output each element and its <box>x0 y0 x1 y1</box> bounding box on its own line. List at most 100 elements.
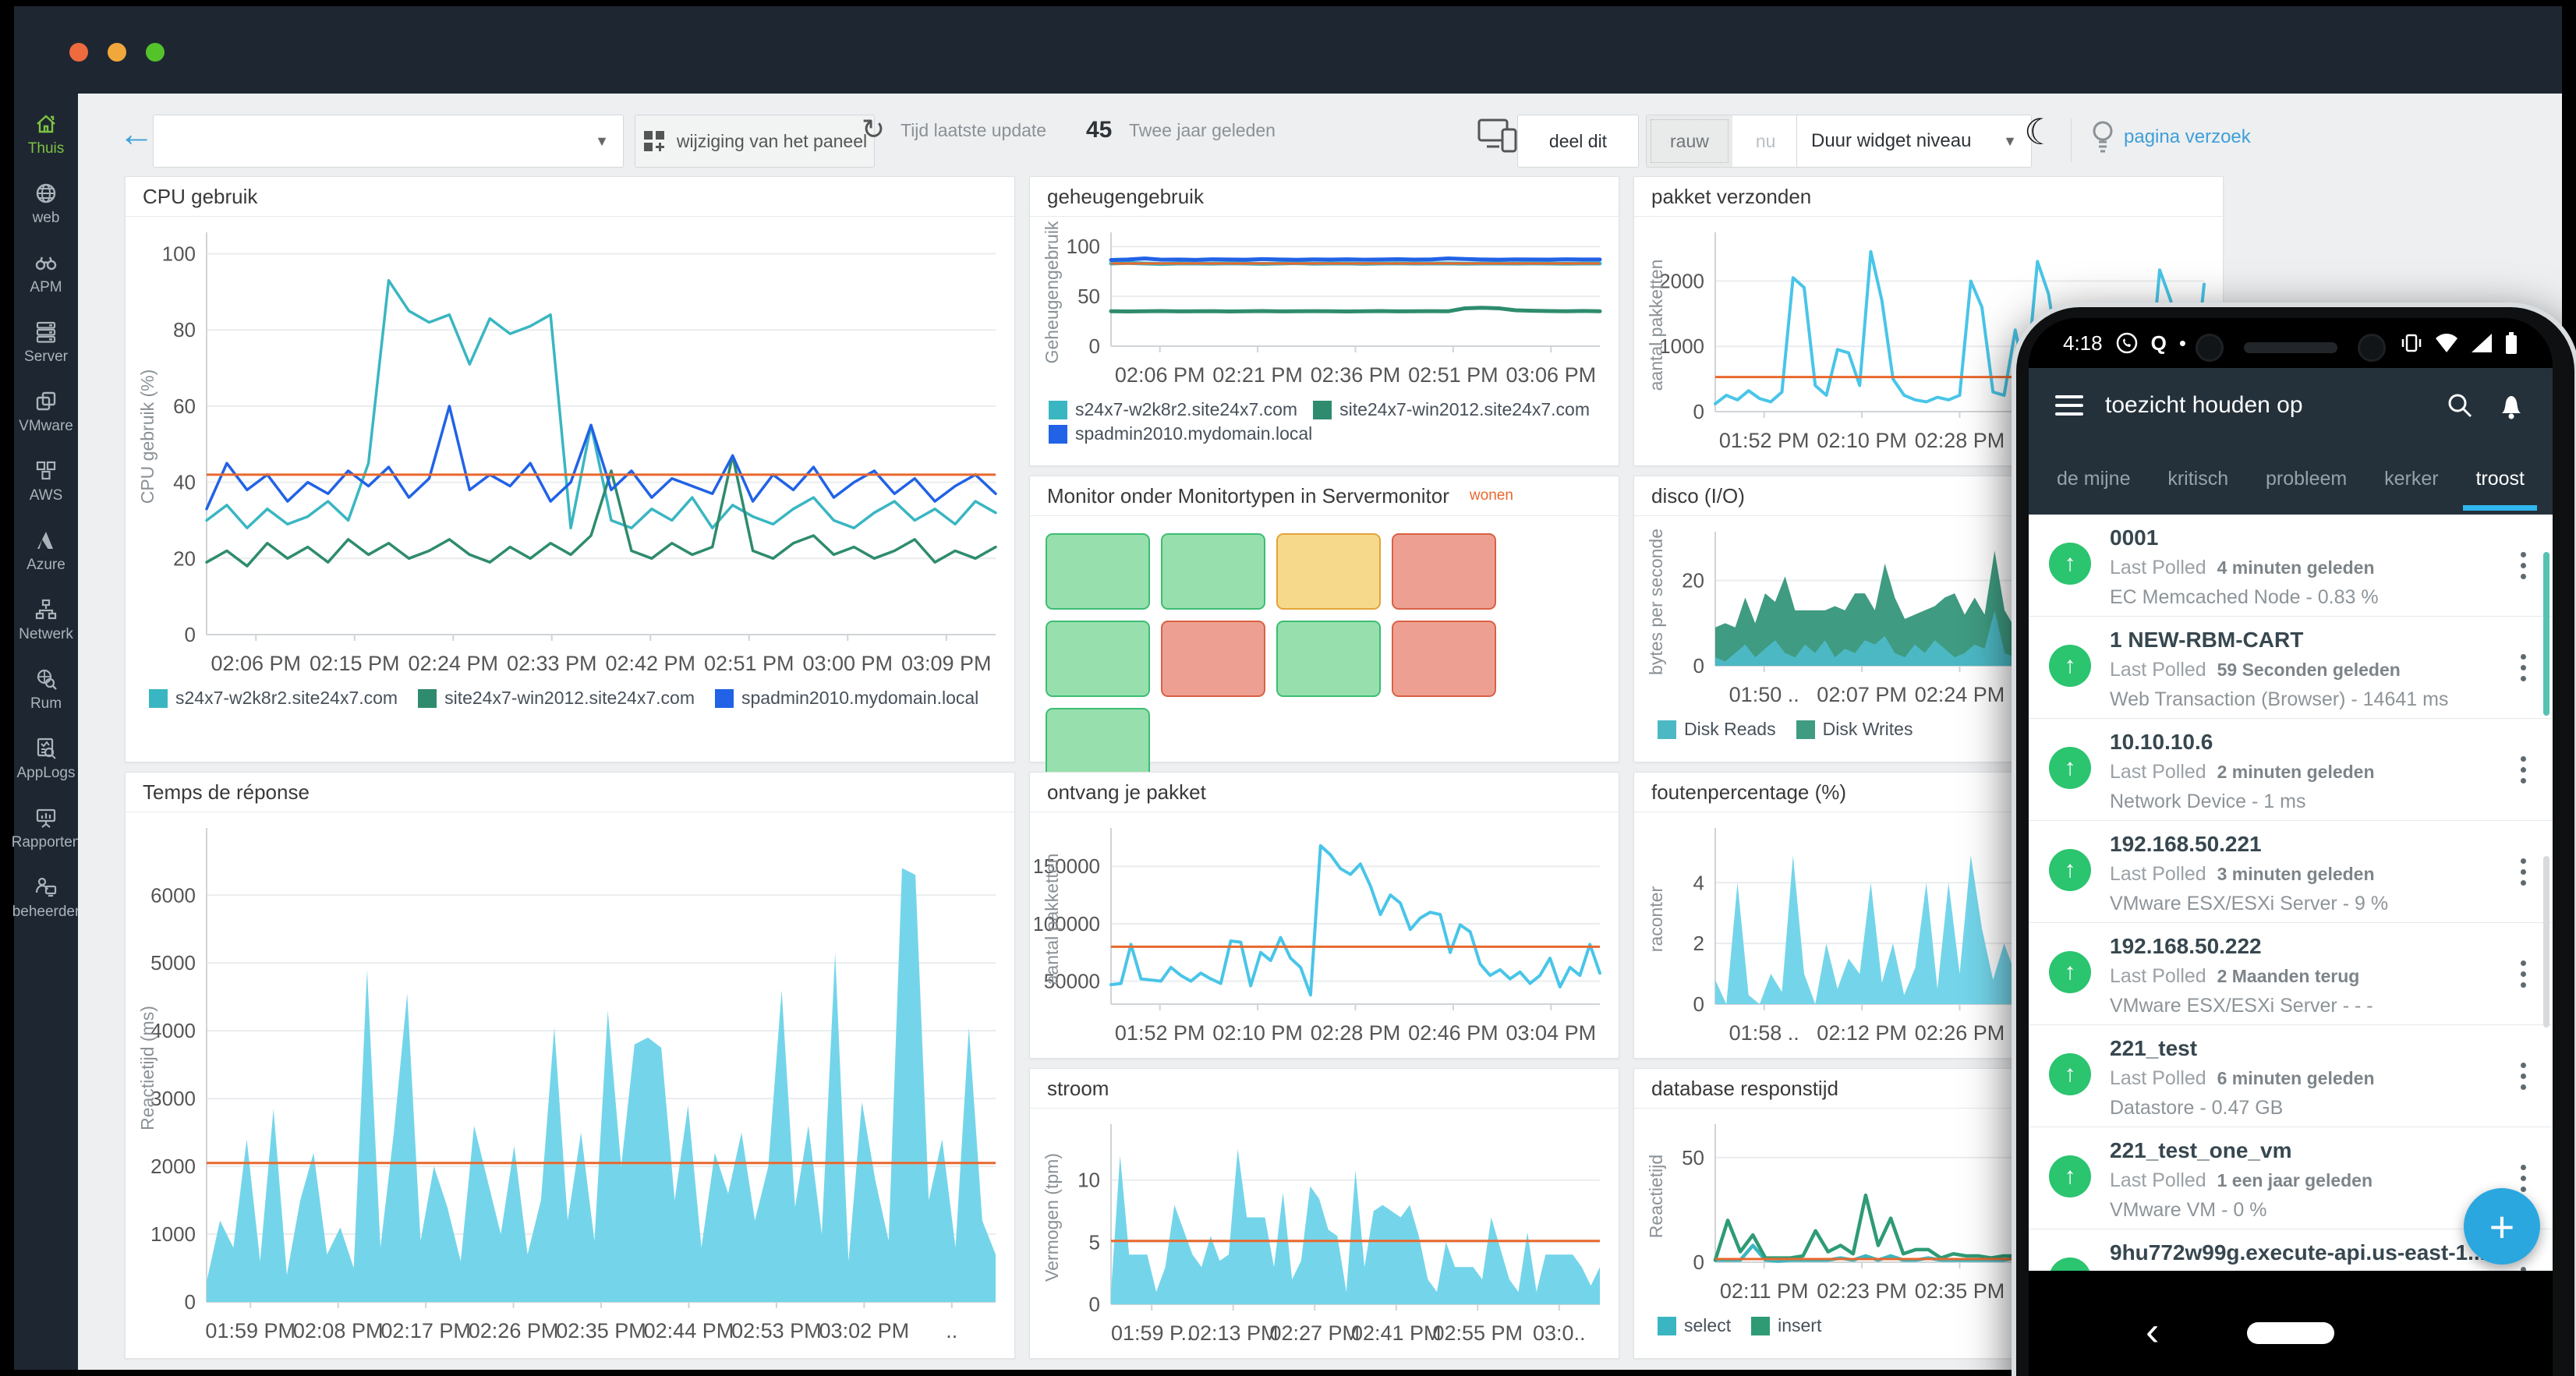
legend-item[interactable]: s24x7-w2k8r2.site24x7.com <box>1049 399 1297 420</box>
edit-panel-button[interactable]: wijziging van het paneel <box>635 115 875 168</box>
camera-icon <box>2358 334 2386 362</box>
monitor-tile-critical[interactable] <box>1161 621 1265 697</box>
toggle-now[interactable]: nu <box>1732 115 1799 167</box>
kebab-menu-icon[interactable] <box>2521 1165 2526 1192</box>
hamburger-menu-icon[interactable] <box>2055 395 2083 416</box>
traffic-light-maximize[interactable] <box>146 43 165 62</box>
wifi-icon <box>2434 332 2459 354</box>
sidebar-item-web[interactable]: web <box>14 169 78 239</box>
svg-text:4: 4 <box>1693 871 1704 894</box>
dark-mode-moon-icon[interactable]: ☾ <box>2024 111 2056 153</box>
search-icon[interactable] <box>2445 391 2475 420</box>
legend-label: s24x7-w2k8r2.site24x7.com <box>175 688 398 709</box>
monitor-list-item[interactable]: ↑10.10.10.6Last Polled 2 minuten geleden… <box>2029 719 2553 821</box>
svg-text:02:21 PM: 02:21 PM <box>1212 363 1303 387</box>
back-arrow-icon[interactable]: ← <box>119 112 154 154</box>
kebab-menu-icon[interactable] <box>2521 552 2526 579</box>
binoculars-icon <box>34 251 58 274</box>
legend-item[interactable]: select <box>1658 1315 1731 1336</box>
page-request-link[interactable]: pagina verzoek <box>2089 118 2251 156</box>
add-monitor-fab[interactable]: + <box>2464 1188 2540 1265</box>
tab-de-mijne[interactable]: de mijne <box>2051 447 2137 511</box>
sidebar-item-label: APM <box>30 279 62 296</box>
svg-text:03:06 PM: 03:06 PM <box>1506 363 1597 387</box>
legend-item[interactable]: spadmin2010.mydomain.local <box>715 688 978 709</box>
svg-text:02:42 PM: 02:42 PM <box>605 652 695 675</box>
sidebar-item-azure[interactable]: Azure <box>14 516 78 585</box>
sidebar-item-beheerder[interactable]: beheerder <box>14 863 78 932</box>
sidebar-item-thuis[interactable]: Thuis <box>14 100 78 169</box>
kebab-menu-icon[interactable] <box>2521 756 2526 784</box>
legend-item[interactable]: site24x7-win2012.site24x7.com <box>1313 399 1590 420</box>
svg-text:2000: 2000 <box>150 1155 196 1178</box>
chevron-down-icon: ▼ <box>595 133 609 150</box>
legend-label: spadmin2010.mydomain.local <box>1075 423 1312 444</box>
nav-home-pill[interactable] <box>2247 1322 2334 1344</box>
toggle-raw[interactable]: rauw <box>1647 115 1732 167</box>
share-button[interactable]: deel dit <box>1517 115 1639 168</box>
legend-swatch <box>1049 425 1067 444</box>
tab-kerker[interactable]: kerker <box>2378 447 2444 511</box>
edit-panel-label: wijziging van het paneel <box>677 131 867 152</box>
sidebar-item-server[interactable]: Server <box>14 308 78 377</box>
monitor-tile-up[interactable] <box>1276 621 1381 697</box>
legend-item[interactable]: Disk Writes <box>1796 719 1913 740</box>
monitor-tile-up[interactable] <box>1161 533 1265 610</box>
svg-text:1000: 1000 <box>150 1222 196 1246</box>
nav-back-icon[interactable]: ‹ <box>2146 1308 2159 1355</box>
monitor-tile-critical[interactable] <box>1392 621 1496 697</box>
sidebar-item-vmware[interactable]: VMware <box>14 377 78 447</box>
monitor-tile-trouble[interactable] <box>1276 533 1381 610</box>
legend-item[interactable]: site24x7-win2012.site24x7.com <box>418 688 695 709</box>
scrollbar-thumb[interactable] <box>2543 552 2549 716</box>
tab-troost[interactable]: troost <box>2469 447 2531 511</box>
tab-probleem[interactable]: probleem <box>2259 447 2353 511</box>
legend-item[interactable]: spadmin2010.mydomain.local <box>1049 423 1312 444</box>
last-polled: Last Polled 2 Maanden terug <box>2110 965 2359 988</box>
panel-title: stroom <box>1030 1069 1619 1109</box>
kebab-menu-icon[interactable] <box>2521 1063 2526 1090</box>
traffic-light-close[interactable] <box>69 43 88 62</box>
monitor-tile-critical[interactable] <box>1392 533 1496 610</box>
sidebar-item-rum[interactable]: Rum <box>14 655 78 724</box>
status-up-icon: ↑ <box>2049 951 2091 993</box>
legend-swatch <box>715 689 734 708</box>
monitor-tile-up[interactable] <box>1046 621 1150 697</box>
response-time-chart: 0100020003000400050006000Reactietijd (ms… <box>130 814 1010 1350</box>
dashboard-toolbar: ← ▼ wijziging van het paneel ↻ Tijd laat… <box>78 94 2562 176</box>
sidebar-item-label: VMware <box>19 418 73 435</box>
traffic-light-minimize[interactable] <box>108 43 126 62</box>
legend-label: Disk Writes <box>1823 719 1913 740</box>
sidebar-item-label: Rapporten <box>12 834 81 851</box>
tab-kritisch[interactable]: kritisch <box>2161 447 2235 511</box>
legend-item[interactable]: insert <box>1751 1315 1821 1336</box>
sidebar-item-netwerk[interactable]: Netwerk <box>14 585 78 655</box>
kebab-menu-icon[interactable] <box>2521 654 2526 681</box>
svg-text:5000: 5000 <box>150 951 196 975</box>
duration-select[interactable]: Duur widget niveau ▼ <box>1796 115 2032 168</box>
monitor-name: 192.168.50.222 <box>2110 934 2262 959</box>
sidebar-item-applogs[interactable]: AppLogs <box>14 724 78 794</box>
devices-icon[interactable] <box>1476 115 1520 154</box>
sidebar-item-rapporten[interactable]: Rapporten <box>14 794 78 863</box>
legend-item[interactable]: Disk Reads <box>1658 719 1776 740</box>
share-label: deel dit <box>1549 131 1607 152</box>
bell-icon[interactable] <box>2496 390 2526 421</box>
dashboard-select[interactable]: ▼ <box>153 115 624 168</box>
kebab-menu-icon[interactable] <box>2521 960 2526 988</box>
sidebar-item-aws[interactable]: AWS <box>14 447 78 516</box>
monitor-name: 9hu772w99g.execute-api.us-east-1.... <box>2110 1240 2492 1265</box>
monitor-list-item[interactable]: ↑0001Last Polled 4 minuten geledenEC Mem… <box>2029 515 2553 617</box>
page-request-label: pagina verzoek <box>2124 126 2251 148</box>
refresh-icon[interactable]: ↻ <box>862 113 885 146</box>
monitor-list-item[interactable]: ↑221_testLast Polled 6 minuten geledenDa… <box>2029 1025 2553 1127</box>
network-icon <box>34 598 58 621</box>
monitor-list-item[interactable]: ↑192.168.50.221Last Polled 3 minuten gel… <box>2029 821 2553 923</box>
monitor-list-item[interactable]: ↑ 192.168.50.222 Last Polled 2 Maanden ter… <box>2029 923 2553 1025</box>
monitor-tile-up[interactable] <box>1046 533 1150 610</box>
sidebar-item-apm[interactable]: APM <box>14 239 78 308</box>
monitor-list-item[interactable]: ↑1 NEW-RBM-CARTLast Polled 59 Seconden g… <box>2029 617 2553 719</box>
legend-item[interactable]: s24x7-w2k8r2.site24x7.com <box>149 688 398 709</box>
kebab-menu-icon[interactable] <box>2521 858 2526 886</box>
sidebar-item-label: AWS <box>30 487 63 504</box>
